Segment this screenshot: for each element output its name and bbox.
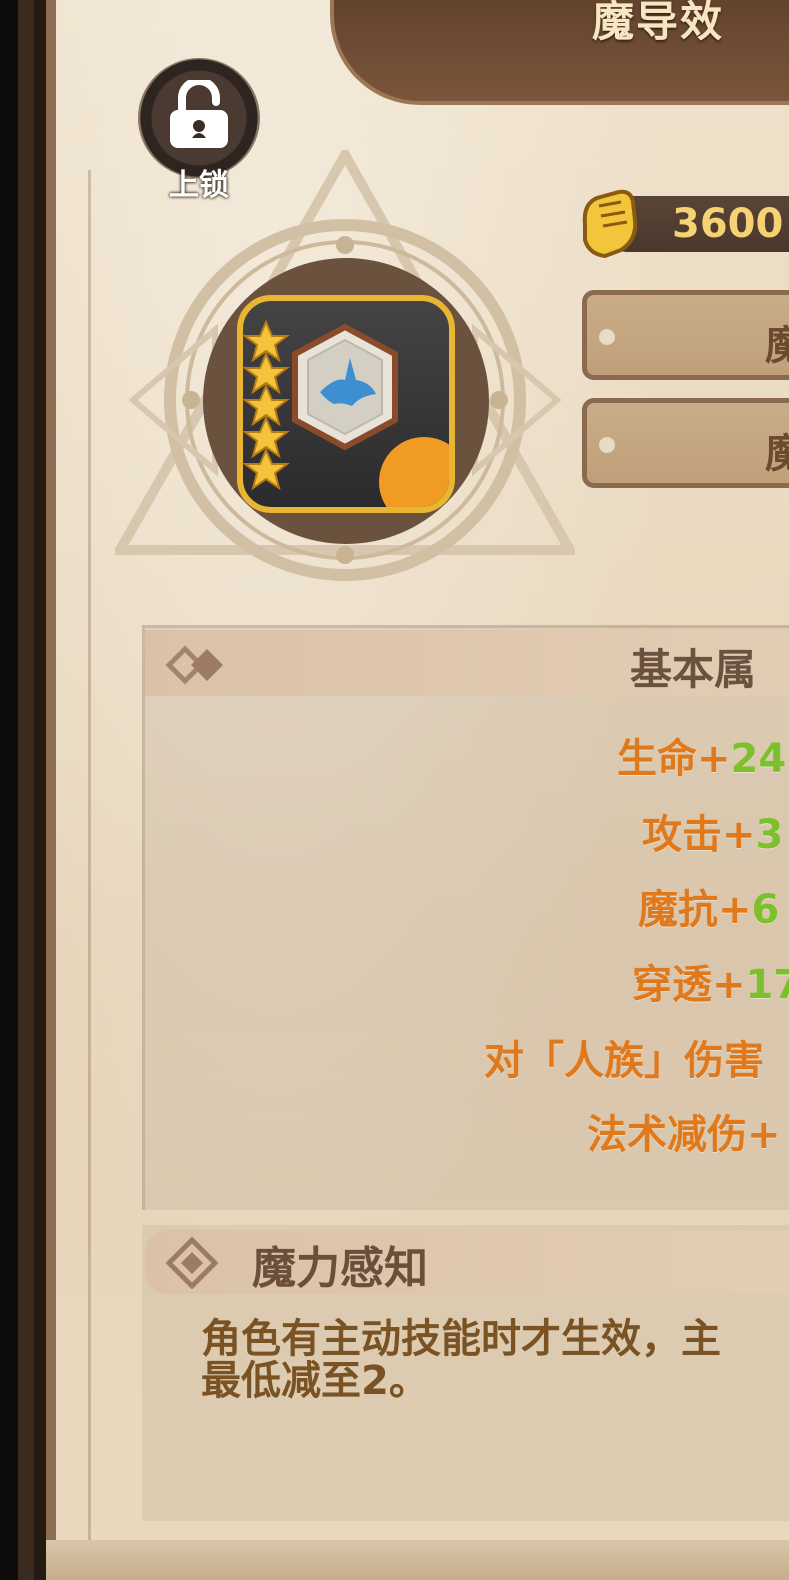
double-diamond-icon [165, 645, 223, 685]
skill-description: 角色有主动技能时才生效，主 最低减至2。 [201, 1318, 789, 1402]
cost-value: 3600 [672, 201, 784, 247]
skill-title: 魔力感知 [252, 1243, 428, 1294]
diamond-icon [166, 1237, 218, 1289]
skill-desc-line-1: 角色有主动技能时才生效，主 [201, 1316, 721, 1362]
attr-human-damage: 对「人族」伤害 [484, 1038, 764, 1084]
side-button-2-label: 魔 [765, 431, 789, 477]
side-button-1-label: 魔 [765, 323, 789, 369]
attr-spell-reduction: 法术减伤+ [587, 1112, 781, 1158]
attr-penetration: 穿透+17 [632, 962, 789, 1008]
skill-header [145, 1230, 789, 1294]
attr-magic-resist: 魔抗+6 [638, 887, 780, 933]
unlocked-padlock-icon [170, 80, 228, 148]
side-button-2[interactable]: 魔 [582, 398, 789, 488]
attr-hp: 生命+24 [617, 736, 787, 782]
blue-creature-gem-icon [292, 323, 398, 451]
banner-title: 魔导效 [592, 0, 725, 46]
fist-icon [582, 189, 638, 259]
attributes-title: 基本属 [630, 645, 757, 694]
skill-desc-line-2: 最低减至2。 [201, 1358, 429, 1404]
star-rating [242, 320, 290, 490]
parchment-border-line [88, 170, 91, 1560]
side-button-1[interactable]: 魔 [582, 290, 789, 380]
bottom-strip [46, 1540, 789, 1580]
attr-attack: 攻击+3 [642, 812, 784, 858]
